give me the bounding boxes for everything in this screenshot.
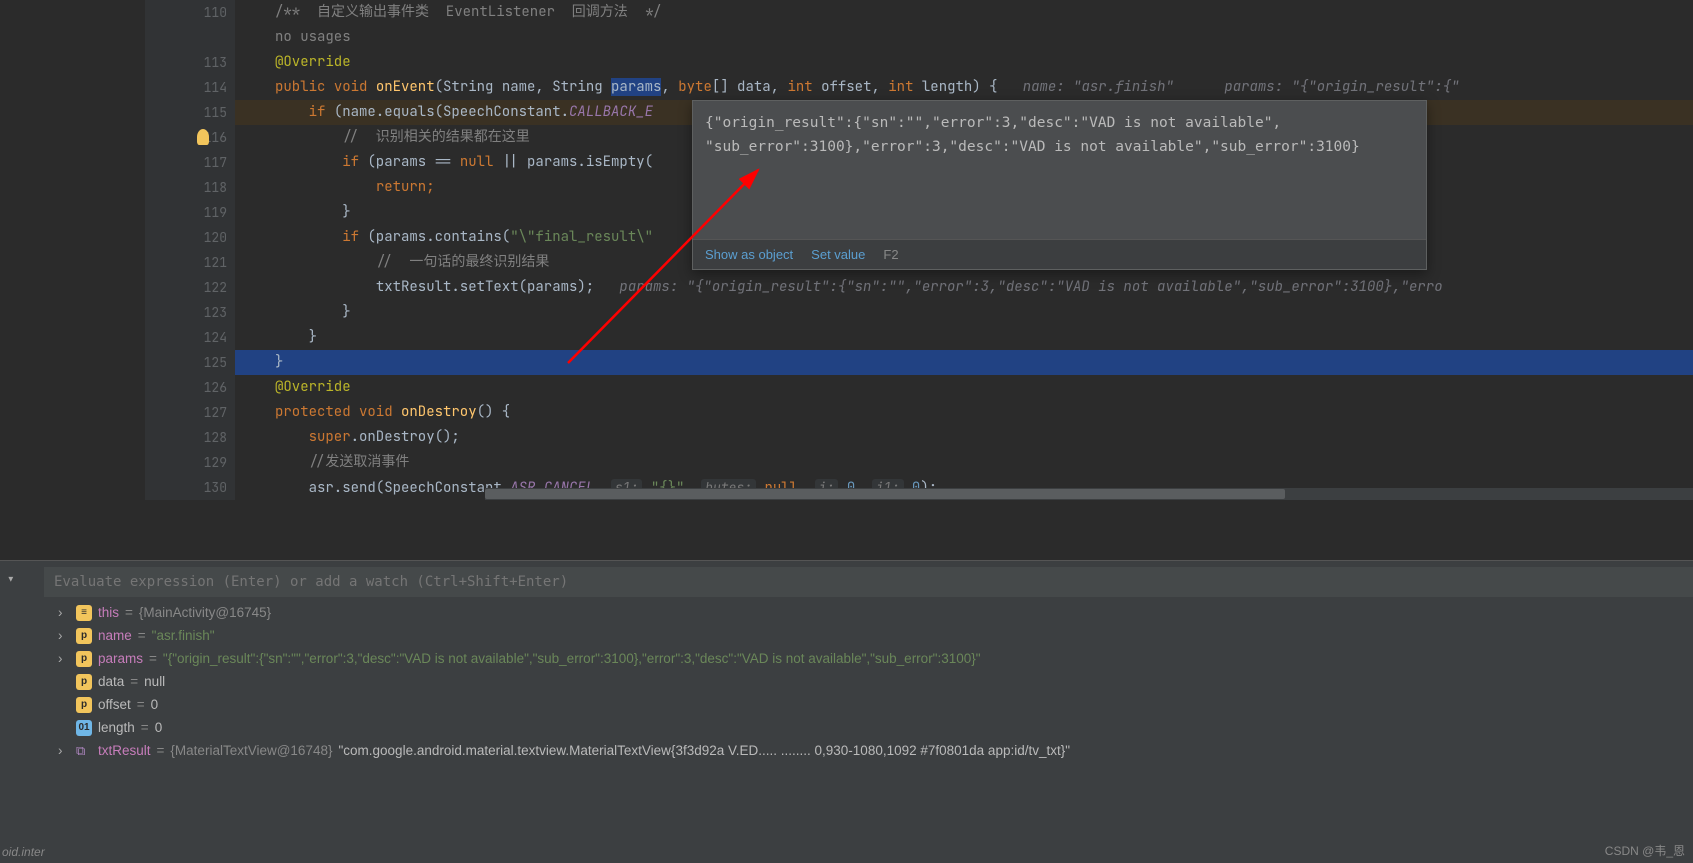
shortcut-hint: F2 xyxy=(883,247,898,262)
code-comment: /** 自定义输出事件类 EventListener 回调方法 */ xyxy=(275,3,661,21)
var-row-data[interactable]: p data = null xyxy=(44,670,1693,693)
tooltip-footer: Show as object Set value F2 xyxy=(693,239,1426,269)
var-row-length[interactable]: 01 length = 0 xyxy=(44,716,1693,739)
dropdown-icon[interactable]: ▾ xyxy=(6,569,40,590)
evaluate-tooltip: {"origin_result":{"sn":"","error":3,"des… xyxy=(692,100,1427,270)
gutter-line[interactable]: 125 xyxy=(145,350,235,375)
int-icon: 01 xyxy=(76,720,92,736)
gutter-line[interactable]: 127 xyxy=(145,400,235,425)
var-row-txtresult[interactable]: › ⧉ txtResult = {MaterialTextView@16748}… xyxy=(44,739,1693,762)
gutter-line[interactable]: 116 xyxy=(145,125,235,150)
intention-bulb-icon[interactable] xyxy=(197,129,209,145)
gutter-line[interactable]: 122 xyxy=(145,275,235,300)
var-row-this[interactable]: › ≡ this = {MainActivity@16745} xyxy=(44,601,1693,624)
param-icon: p xyxy=(76,697,92,713)
set-value-link[interactable]: Set value xyxy=(811,247,865,262)
param-icon: p xyxy=(76,628,92,644)
inline-hint: params: "{"origin_result":{"sn":"","erro… xyxy=(619,278,1442,296)
gutter-line[interactable]: 115 xyxy=(145,100,235,125)
gutter-line[interactable]: 126 xyxy=(145,375,235,400)
gutter-line[interactable]: 113 xyxy=(145,50,235,75)
gutter-line[interactable]: 128 xyxy=(145,425,235,450)
gutter-line[interactable]: 119 xyxy=(145,200,235,225)
var-row-offset[interactable]: p offset = 0 xyxy=(44,693,1693,716)
usages-hint[interactable]: no usages xyxy=(275,28,351,46)
show-as-object-link[interactable]: Show as object xyxy=(705,247,793,262)
gutter-line[interactable]: 117 xyxy=(145,150,235,175)
gutter-line[interactable]: 110 xyxy=(145,0,235,25)
debug-toolbar[interactable]: ▾ xyxy=(0,561,40,863)
expand-icon[interactable]: › xyxy=(58,605,70,620)
expand-icon[interactable]: › xyxy=(58,651,70,666)
gutter-line[interactable]: 130 xyxy=(145,475,235,500)
gutter-line[interactable]: 118 xyxy=(145,175,235,200)
gutter-line[interactable]: 120 xyxy=(145,225,235,250)
current-line[interactable]: } xyxy=(235,350,1693,375)
code-annotation: @Override xyxy=(275,53,351,71)
gutter-line[interactable]: 114 @ xyxy=(145,75,235,100)
var-row-params[interactable]: › p params = "{"origin_result":{"sn":"",… xyxy=(44,647,1693,670)
side-margin xyxy=(0,0,145,500)
gutter-line[interactable]: 121 xyxy=(145,250,235,275)
param-icon: p xyxy=(76,674,92,690)
expand-icon[interactable]: › xyxy=(58,628,70,643)
gutter-line[interactable]: 129 xyxy=(145,450,235,475)
expand-icon[interactable]: › xyxy=(58,743,70,758)
gutter-line[interactable] xyxy=(145,25,235,50)
field-link-icon: ⧉ xyxy=(76,743,92,759)
debug-panel: ▾ › ≡ this = {MainActivity@16745} › p na… xyxy=(0,560,1693,863)
inline-hint: params: "{"origin_result":{" xyxy=(1224,78,1459,96)
gutter-line[interactable]: 124 xyxy=(145,325,235,350)
object-icon: ≡ xyxy=(76,605,92,621)
horizontal-scrollbar[interactable] xyxy=(485,488,1693,500)
param-icon: p xyxy=(76,651,92,667)
tooltip-value: {"origin_result":{"sn":"","error":3,"des… xyxy=(693,101,1426,169)
code-line-114[interactable]: public void onEvent(String name, String … xyxy=(235,75,1693,100)
watermark: CSDN @韦_恩 xyxy=(1605,842,1685,859)
var-row-name[interactable]: › p name = "asr.finish" xyxy=(44,624,1693,647)
status-left: oid.inter xyxy=(2,845,45,859)
inline-hint: name: "asr.finish" xyxy=(1023,78,1174,96)
evaluate-expression-input[interactable] xyxy=(44,567,1693,597)
gutter[interactable]: 110 113 114 @ 115 116 117 118 119 120 12… xyxy=(145,0,235,500)
scrollbar-thumb[interactable] xyxy=(485,489,1285,499)
gutter-line[interactable]: 123 xyxy=(145,300,235,325)
debug-variables: › ≡ this = {MainActivity@16745} › p name… xyxy=(44,561,1693,863)
